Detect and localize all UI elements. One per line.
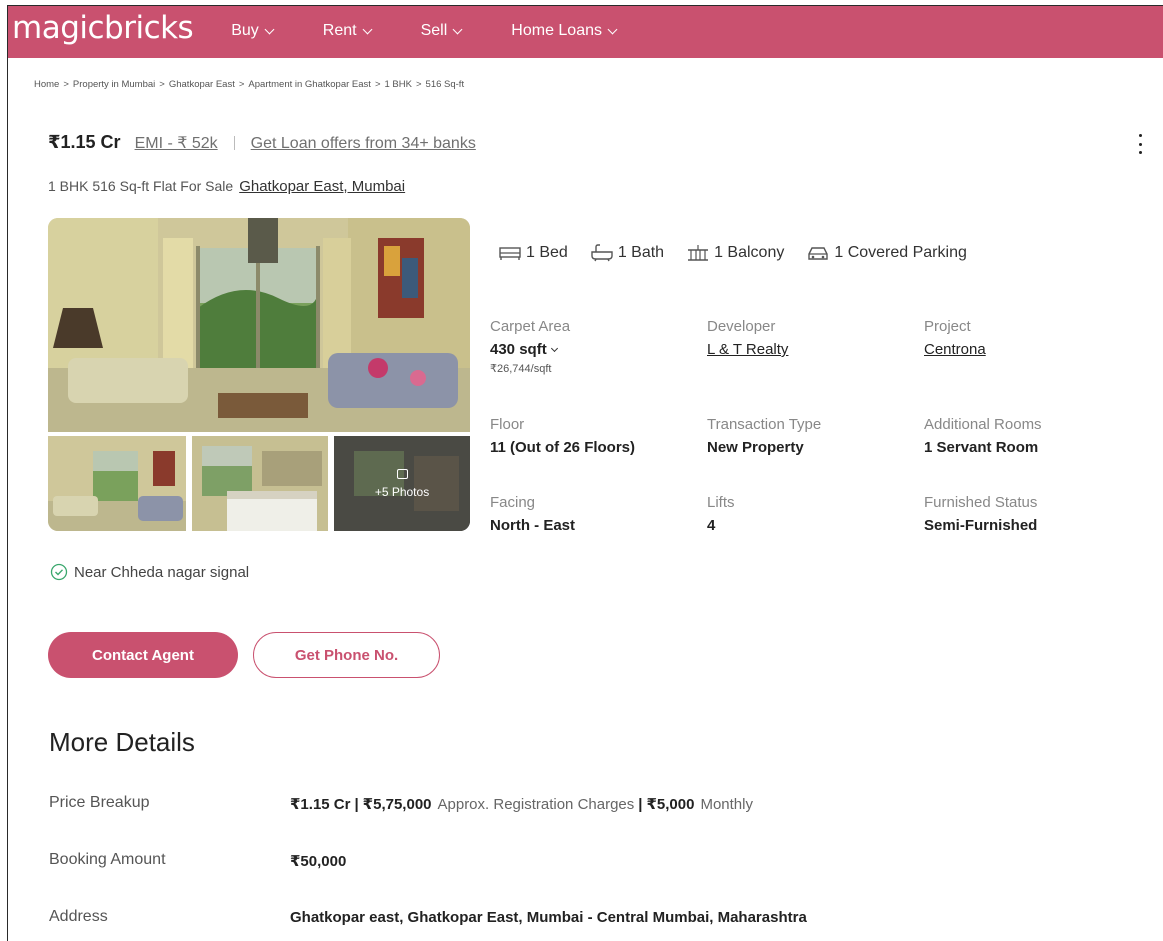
floor-value: 11 (Out of 26 Floors) [490,439,636,456]
more-details-title: More Details [49,727,195,757]
detail-carpet-area: Carpet Area 430 sqft ₹26,744/sqft [490,318,570,375]
contact-agent-button[interactable]: Contact Agent [48,632,238,678]
lifts-label: Lifts [707,494,735,511]
developer-link[interactable]: L & T Realty [707,341,788,358]
listing-title-text: 1 BHK 516 Sq-ft Flat For Sale [48,178,234,194]
breadcrumb-sqft: 516 Sq-ft [425,79,465,90]
transaction-type-label: Transaction Type [707,416,822,433]
bed-icon [499,247,521,260]
detail-lifts: Lifts 4 [707,494,735,534]
project-label: Project [924,318,971,335]
breadcrumb-ghatkopar-east[interactable]: Ghatkopar East [169,79,235,90]
facing-value: North - East [490,517,576,534]
breadcrumb-bhk[interactable]: 1 BHK [385,79,412,90]
booking-amount-value: ₹50,000 [290,853,347,870]
price-breakup-value: ₹1.15 Cr | ₹5,75,000 Approx. Registratio… [290,795,753,813]
nav-sell-label: Sell [420,22,448,39]
amenity-bath: 1 Bath [590,244,664,262]
carpet-area-value[interactable]: 430 sqft [490,341,570,358]
chevron-down-icon [452,24,463,34]
landmark-text: Near Chheda nagar signal [74,563,250,581]
price-breakup-price: ₹1.15 Cr [290,796,351,813]
booking-amount-label: Booking Amount [49,851,166,868]
listing-title: 1 BHK 516 Sq-ft Flat For Sale Ghatkopar E… [48,178,405,195]
breadcrumb-apartment[interactable]: Apartment in Ghatkopar East [248,79,371,90]
breadcrumb-property-mumbai[interactable]: Property in Mumbai [73,79,155,90]
thumbnail-2[interactable] [192,436,328,531]
nav-buy[interactable]: Buy [231,22,275,40]
amenity-bed-label: 1 Bed [526,244,568,261]
carpet-area-label: Carpet Area [490,318,571,335]
location-link[interactable]: Ghatkopar East, Mumbai [239,178,405,195]
additional-rooms-value: 1 Servant Room [924,439,1039,456]
check-circle-icon [50,563,68,581]
landmark: Near Chheda nagar signal [50,563,249,581]
lifts-value: 4 [707,517,716,534]
amenity-parking-label: 1 Covered Parking [834,244,967,261]
furnished-status-label: Furnished Status [924,494,1038,511]
amenity-parking: 1 Covered Parking [806,244,967,262]
nav-sell[interactable]: Sell [420,22,463,40]
monthly-text: Monthly [700,796,753,813]
chevron-down-icon [264,24,275,34]
nav-home-loans[interactable]: Home Loans [511,22,618,40]
additional-rooms-label: Additional Rooms [924,416,1042,433]
listing-price: ₹1.15 Cr [48,132,121,152]
detail-transaction-type: Transaction Type New Property [707,416,821,456]
magicbricks-logo[interactable]: magicbricks [12,10,194,46]
price-per-sqft: ₹26,744/sqft [490,363,552,375]
more-photos-overlay[interactable]: +5 Photos [334,436,470,531]
separator: | [354,796,359,813]
detail-facing: Facing North - East [490,494,575,534]
amenity-balcony: 1 Balcony [686,244,784,262]
facing-label: Facing [490,494,536,511]
developer-label: Developer [707,318,776,335]
project-link[interactable]: Centrona [924,341,986,358]
amenity-bath-label: 1 Bath [617,244,665,261]
get-phone-button[interactable]: Get Phone No. [253,632,440,678]
address-label: Address [49,908,108,925]
registration-text: Approx. Registration Charges [437,796,635,813]
chevron-down-icon [362,24,373,34]
thumbnail-1[interactable] [48,436,186,531]
floor-label: Floor [490,416,525,433]
price-row: ₹1.15 Cr EMI - ₹ 52k Get Loan offers fro… [48,132,476,153]
furnished-status-value: Semi-Furnished [924,517,1038,534]
detail-floor: Floor 11 (Out of 26 Floors) [490,416,635,456]
breadcrumb: Home > Property in Mumbai > Ghatkopar East… [34,79,465,90]
main-nav: Buy Rent Sell Home Loans [231,22,666,40]
separator: | [638,796,643,813]
monthly-amount: ₹5,000 [646,796,695,813]
chevron-down-icon [550,344,558,353]
emi-link[interactable]: EMI - ₹ 52k [135,133,218,153]
registration-amount: ₹5,75,000 [362,796,432,813]
chevron-down-icon [607,24,618,34]
divider [233,135,235,150]
transaction-type-value: New Property [707,439,804,456]
amenities-row: 1 Bed 1 Bath 1 Balcony 1 Covered Parking [498,244,989,262]
car-icon [808,247,829,260]
bath-icon [591,244,613,262]
nav-buy-label: Buy [231,22,259,39]
address-value: Ghatkopar east, Ghatkopar East, Mumbai -… [290,909,807,926]
main-photo[interactable] [48,218,470,432]
nav-rent[interactable]: Rent [322,22,373,40]
breadcrumb-home[interactable]: Home [34,79,59,90]
nav-rent-label: Rent [322,22,357,39]
top-header: magicbricks Buy Rent Sell Home Loans [8,6,1163,58]
price-breakup-label: Price Breakup [49,794,150,811]
detail-furnished-status: Furnished Status Semi-Furnished [924,494,1037,534]
amenity-balcony-label: 1 Balcony [714,244,785,261]
amenity-bed: 1 Bed [498,244,568,262]
more-photos-label: +5 Photos [374,484,430,499]
more-options-icon[interactable] [1135,134,1145,154]
photo-icon [396,468,408,479]
detail-developer: Developer L & T Realty [707,318,788,358]
loan-offers-link[interactable]: Get Loan offers from 34+ banks [251,135,476,153]
nav-home-loans-label: Home Loans [511,22,602,39]
balcony-icon [688,245,709,261]
detail-additional-rooms: Additional Rooms 1 Servant Room [924,416,1042,456]
detail-project: Project Centrona [924,318,986,358]
page-frame: magicbricks Buy Rent Sell Home Loans Hom… [7,5,1163,941]
